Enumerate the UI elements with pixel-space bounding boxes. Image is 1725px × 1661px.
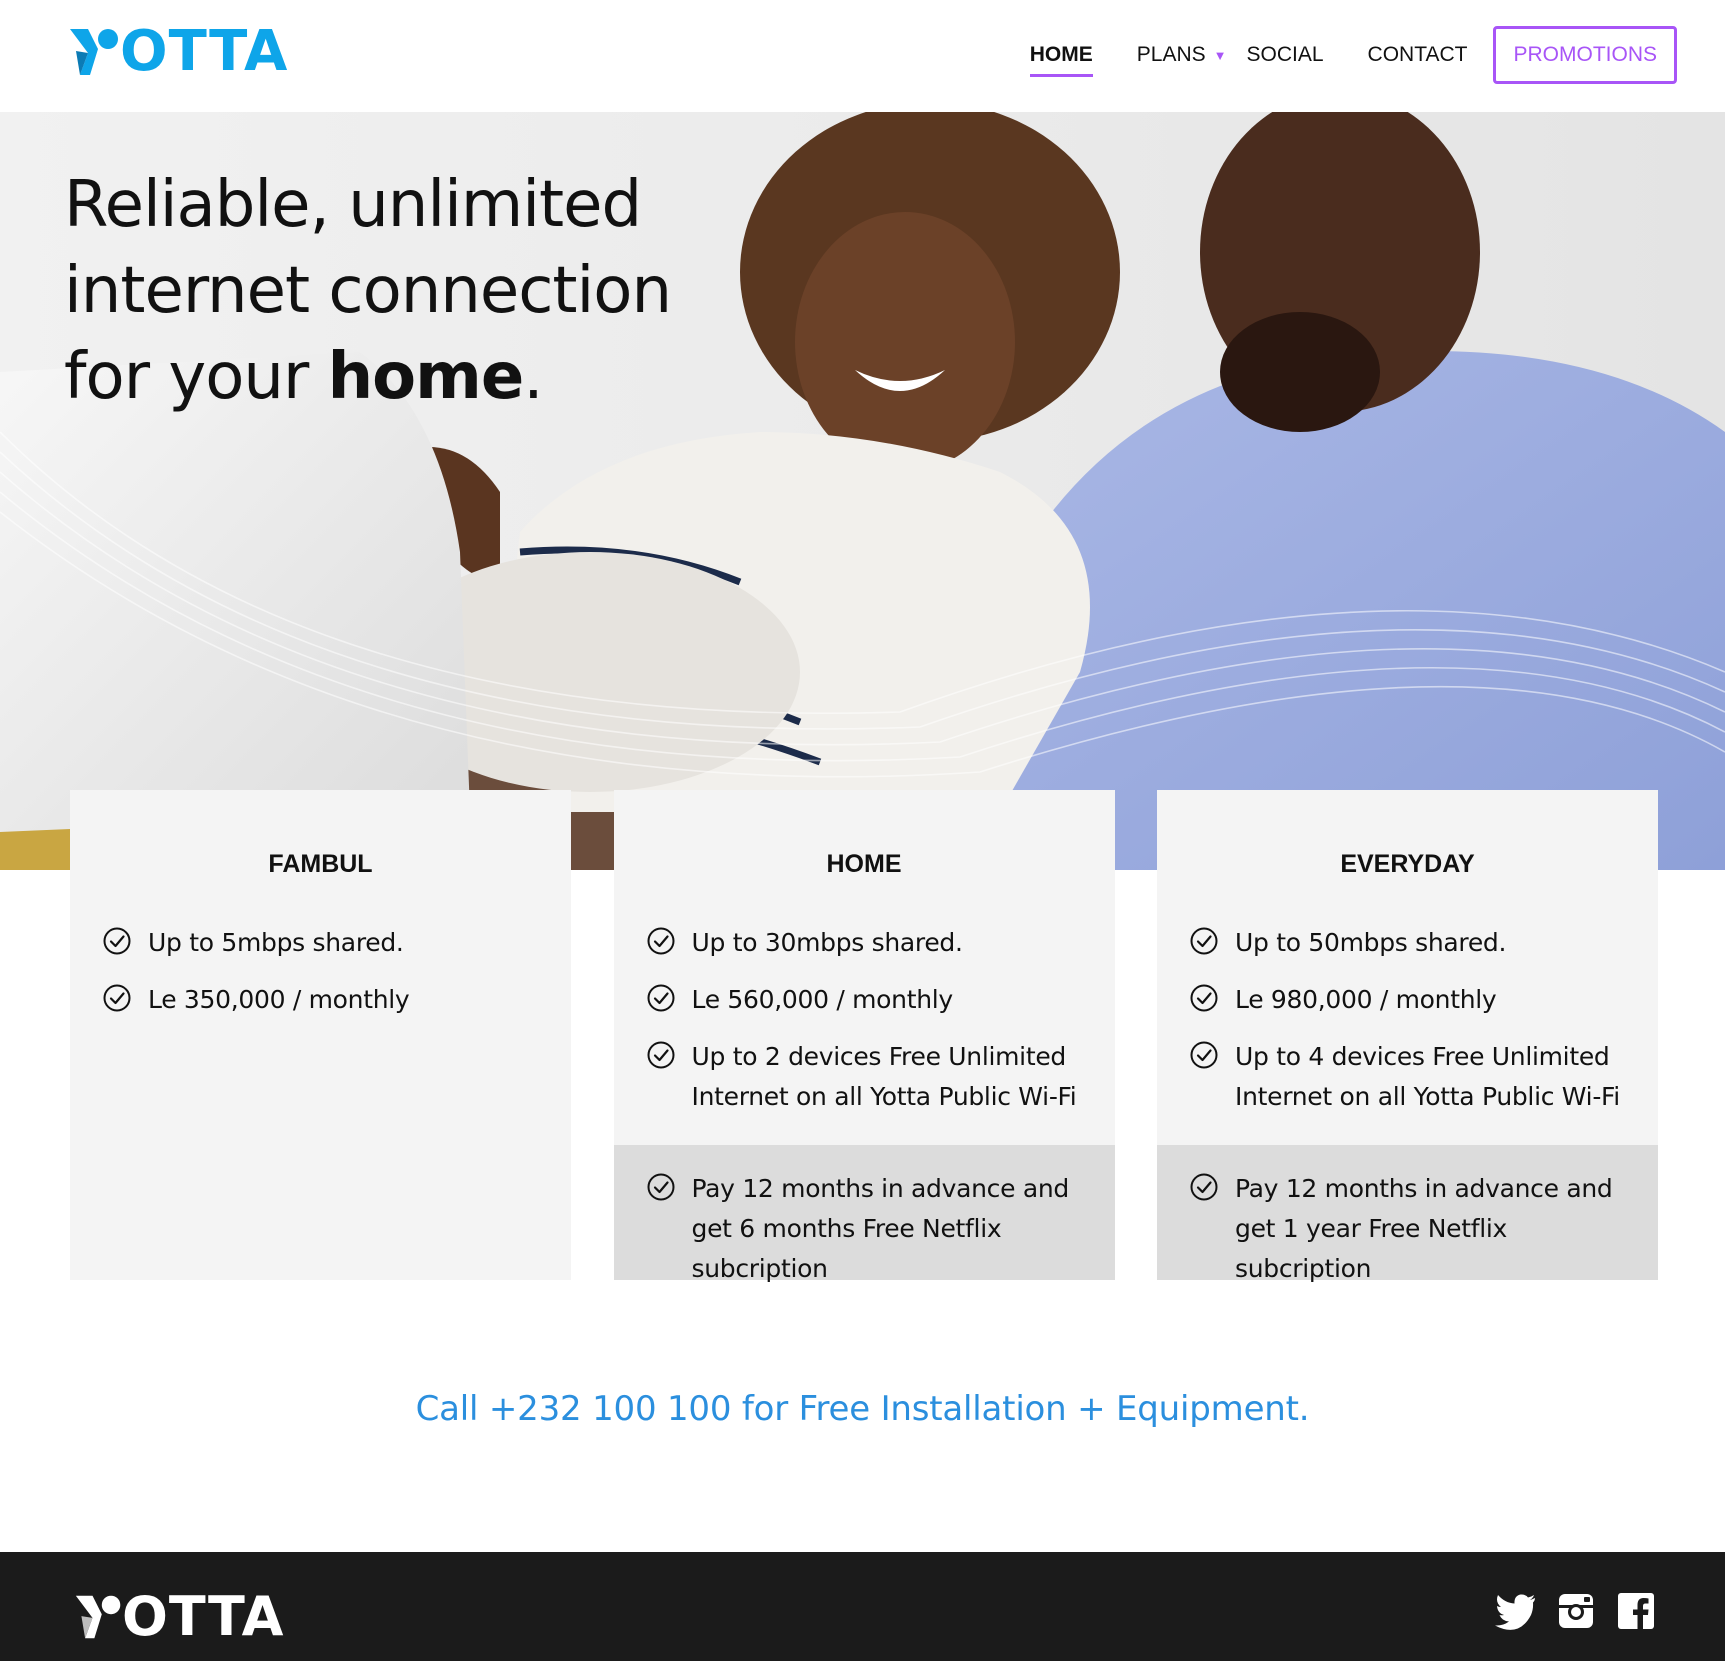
plan-features: Up to 30mbps shared. Le 560,000 / monthl… [614,923,1115,1117]
instagram-icon[interactable] [1555,1590,1597,1632]
check-circle-icon [647,1041,674,1069]
check-circle-icon [647,1173,674,1201]
check-circle-icon [1190,927,1218,955]
feature-text: Le 560,000 / monthly [691,985,954,1014]
check-circle-icon [647,927,674,955]
hero-headline: Reliable, unlimited internet connection … [64,162,672,420]
nav-home[interactable]: HOME [1029,35,1093,77]
feature-item: Le 350,000 / monthly [102,980,557,1020]
feature-item: Up to 30mbps shared. [646,923,1101,963]
plan-card-fambul: FAMBUL Up to 5mbps shared. Le 350,000 / … [70,790,571,1280]
feature-item: Up to 5mbps shared. [102,923,557,963]
feature-text: Le 980,000 / monthly [1235,985,1497,1014]
nav-contact[interactable]: CONTACT [1368,35,1468,75]
feature-text: Le 350,000 / monthly [148,985,410,1014]
promo-item: Pay 12 months in advance and get 1 year … [1189,1169,1644,1289]
check-circle-icon [1190,984,1218,1012]
feature-text: Up to 50mbps shared. [1235,928,1507,957]
twitter-icon[interactable] [1495,1590,1537,1632]
footer-logo-wordmark: OTTA [122,1585,285,1648]
check-circle-icon [1190,1041,1218,1069]
plan-card-everyday: EVERYDAY Up to 50mbps shared. Le 980,000… [1157,790,1658,1283]
hero-line-3-prefix: for your [64,340,328,414]
plan-title: FAMBUL [268,850,373,878]
feature-text: Up to 4 devices Free Unlimited Internet … [1235,1042,1620,1111]
feature-text: Up to 30mbps shared. [691,928,963,957]
main-menu: HOME PLANS ▼ SOCIAL CONTACT PROMOTIONS [986,26,1677,84]
feature-text: Up to 2 devices Free Unlimited Internet … [691,1042,1077,1111]
nav-social[interactable]: SOCIAL [1247,35,1324,75]
promo-text: Pay 12 months in advance and get 6 month… [691,1174,1070,1283]
feature-item: Up to 4 devices Free Unlimited Internet … [1189,1037,1644,1117]
logo-wordmark: OTTA [120,19,289,84]
yotta-logo-mark-icon [70,29,118,75]
hero-line-3-suffix: . [523,340,543,414]
feature-item: Le 980,000 / monthly [1189,980,1644,1020]
yotta-logo[interactable]: OTTA [68,22,288,82]
footer-logo[interactable]: OTTA [74,1590,284,1644]
feature-item: Le 560,000 / monthly [646,980,1101,1020]
check-circle-icon [103,984,131,1012]
footer: OTTA [0,1552,1725,1661]
hero-line-3-bold: home [327,340,525,414]
plan-title: EVERYDAY [1340,850,1475,878]
plan-promo-panel: Pay 12 months in advance and get 1 year … [1157,1145,1658,1283]
feature-item: Up to 50mbps shared. [1189,923,1644,963]
social-links [1477,1590,1657,1632]
hero-line-3: for your home. [64,334,671,420]
hero-line-2: internet connection [64,254,672,328]
call-to-action[interactable]: Call +232 100 100 for Free Installation … [0,1389,1725,1429]
plan-features: Up to 5mbps shared. Le 350,000 / monthly [70,923,571,1020]
nav-plans[interactable]: PLANS ▼ [1137,35,1227,75]
plan-promo-panel: Pay 12 months in advance and get 6 month… [613,1145,1115,1283]
caret-down-icon: ▼ [1213,47,1227,63]
plan-title: HOME [826,850,902,878]
plan-card-home: HOME Up to 30mbps shared. Le 560,000 / m… [613,790,1115,1283]
plan-features: Up to 50mbps shared. Le 980,000 / monthl… [1157,923,1658,1117]
plan-cards: FAMBUL Up to 5mbps shared. Le 350,000 / … [70,790,1658,1283]
check-circle-icon [1190,1173,1218,1201]
promo-item: Pay 12 months in advance and get 6 month… [646,1169,1101,1289]
top-navbar: OTTA HOME PLANS ▼ SOCIAL CONTACT PROMOTI… [0,0,1725,112]
check-circle-icon [103,927,131,955]
facebook-icon[interactable] [1615,1590,1657,1632]
feature-item: Up to 2 devices Free Unlimited Internet … [646,1037,1101,1117]
promotions-button[interactable]: PROMOTIONS [1493,26,1677,84]
hero-line-1: Reliable, unlimited [64,168,642,242]
yotta-logo-mark-icon [75,1595,121,1639]
feature-text: Up to 5mbps shared. [148,928,404,957]
hero-banner: Reliable, unlimited internet connection … [0,112,1725,870]
nav-plans-label: PLANS [1136,43,1206,66]
promo-text: Pay 12 months in advance and get 1 year … [1235,1174,1613,1283]
check-circle-icon [647,984,674,1012]
